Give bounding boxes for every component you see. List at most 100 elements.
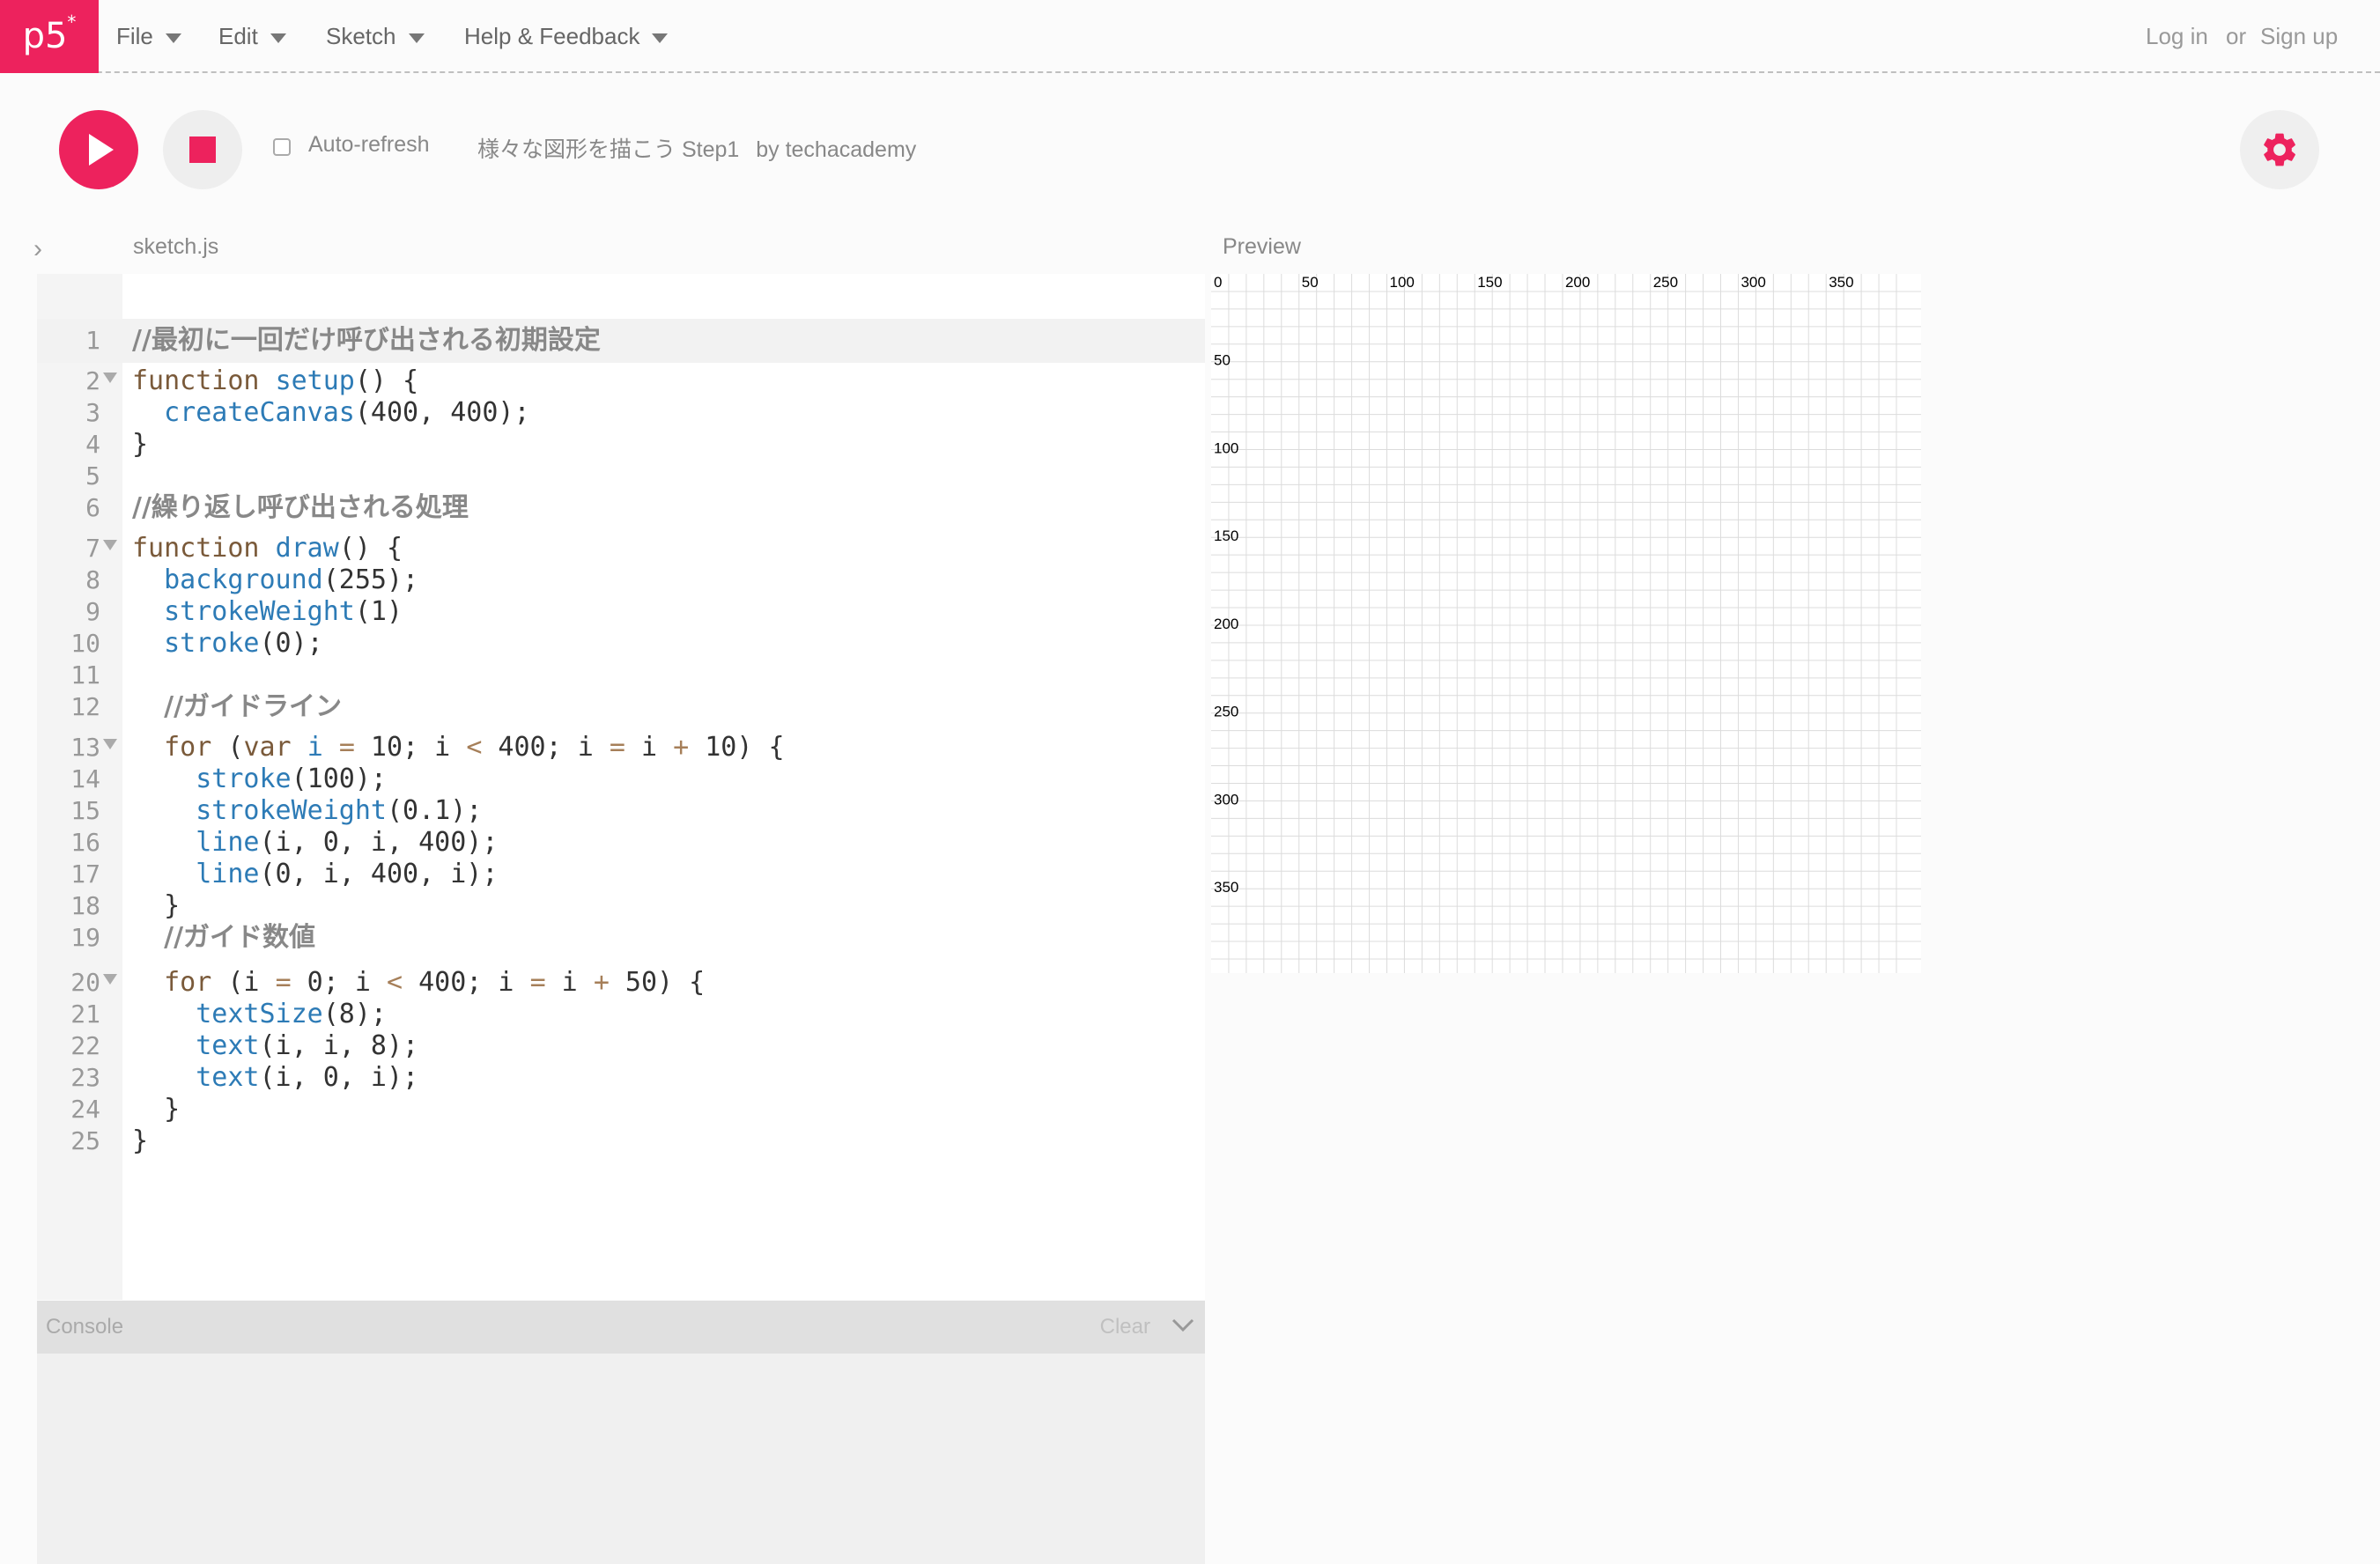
code-text: for (var i = 10; i < 400; i = i + 10) { bbox=[132, 732, 784, 764]
line-number: 7 bbox=[85, 534, 100, 563]
code-token: < bbox=[466, 732, 483, 763]
code-line[interactable]: 10 stroke(0); bbox=[37, 628, 1205, 660]
menu-sketch[interactable]: Sketch bbox=[326, 0, 425, 73]
code-line[interactable]: 4} bbox=[37, 429, 1205, 461]
menu-file[interactable]: File bbox=[116, 0, 181, 73]
code-token: () { bbox=[338, 533, 403, 564]
chevron-down-icon[interactable] bbox=[1172, 1317, 1194, 1334]
code-token: function bbox=[132, 533, 260, 564]
code-text: text(i, 0, i); bbox=[132, 1062, 418, 1094]
fold-arrow-icon[interactable] bbox=[103, 974, 117, 985]
code-line[interactable]: 8 background(255); bbox=[37, 564, 1205, 596]
auto-refresh-label: Auto-refresh bbox=[308, 132, 430, 157]
code-token: = bbox=[529, 967, 546, 998]
play-button[interactable] bbox=[59, 110, 138, 189]
code-line[interactable]: 9 strokeWeight(1) bbox=[37, 596, 1205, 628]
auto-refresh-checkbox[interactable] bbox=[273, 138, 291, 156]
code-token: text bbox=[196, 1062, 260, 1093]
code-line[interactable]: 17 line(0, i, 400, i); bbox=[37, 859, 1205, 890]
code-line[interactable]: 11 bbox=[37, 660, 1205, 691]
code-token: (i bbox=[211, 967, 276, 998]
fold-arrow-icon[interactable] bbox=[103, 540, 117, 550]
code-line[interactable]: 23 text(i, 0, i); bbox=[37, 1062, 1205, 1094]
code-line[interactable]: 22 text(i, i, 8); bbox=[37, 1030, 1205, 1062]
stop-button[interactable] bbox=[163, 110, 242, 189]
x-tick-label: 250 bbox=[1653, 274, 1678, 291]
code-token: background bbox=[164, 564, 323, 595]
code-token: line bbox=[196, 827, 260, 858]
p5-logo[interactable]: p5* bbox=[0, 0, 99, 73]
code-line[interactable]: 20 for (i = 0; i < 400; i = i + 50) { bbox=[37, 967, 1205, 999]
line-number: 2 bbox=[85, 366, 100, 395]
code-text: //繰り返し呼び出される処理 bbox=[132, 492, 469, 524]
login-link[interactable]: Log in bbox=[2146, 0, 2208, 73]
code-line[interactable]: 15 strokeWeight(0.1); bbox=[37, 795, 1205, 827]
code-token: (i, 0, i, 400); bbox=[259, 827, 499, 858]
sketch-title[interactable]: 様々な図形を描こう Step1 by techacademy bbox=[477, 132, 916, 164]
code-token: 10; i bbox=[354, 732, 467, 763]
code-token: //繰り返し呼び出される処理 bbox=[132, 492, 469, 523]
code-text: stroke(0); bbox=[132, 628, 323, 660]
y-tick-label: 100 bbox=[1214, 439, 1238, 456]
code-text: text(i, i, 8); bbox=[132, 1030, 418, 1062]
code-line[interactable]: 6 //繰り返し呼び出される処理 bbox=[37, 492, 1205, 524]
code-token: text bbox=[196, 1030, 260, 1061]
code-line[interactable]: 21 textSize(8); bbox=[37, 999, 1205, 1030]
code-text: function draw() { bbox=[132, 533, 403, 564]
chevron-down-icon bbox=[652, 33, 669, 43]
x-tick-label: 0 bbox=[1214, 274, 1222, 291]
console-clear-button[interactable]: Clear bbox=[1100, 1301, 1150, 1354]
signup-link[interactable]: Sign up bbox=[2260, 0, 2338, 73]
code-line[interactable]: 12 //ガイドライン bbox=[37, 691, 1205, 723]
menu-edit[interactable]: Edit bbox=[218, 0, 286, 73]
code-token: } bbox=[132, 429, 149, 460]
line-number: 16 bbox=[70, 828, 100, 857]
code-line[interactable]: 3 createCanvas(400, 400); bbox=[37, 397, 1205, 429]
y-tick-label: 250 bbox=[1214, 704, 1238, 720]
x-tick-label: 300 bbox=[1741, 274, 1765, 291]
fold-arrow-icon[interactable] bbox=[103, 373, 117, 383]
code-line[interactable]: 7 function draw() { bbox=[37, 533, 1205, 564]
line-number: 14 bbox=[70, 764, 100, 793]
preview-grid: 0 50 100 150 200 250 300 350 50 100 150 200 250 300 35… bbox=[1211, 274, 1921, 973]
code-token: } bbox=[132, 1125, 149, 1156]
file-tab-sketch-js[interactable]: sketch.js bbox=[133, 234, 218, 260]
menu-help-feedback[interactable]: Help & Feedback bbox=[464, 0, 669, 73]
code-line[interactable]: 19 //ガイド数値 bbox=[37, 922, 1205, 954]
line-number: 21 bbox=[70, 1000, 100, 1029]
code-line[interactable]: 2 function setup() { bbox=[37, 365, 1205, 397]
menu-edit-label: Edit bbox=[218, 23, 258, 49]
code-text: //ガイド数値 bbox=[132, 922, 315, 954]
code-line[interactable]: 24 } bbox=[37, 1094, 1205, 1125]
line-number: 13 bbox=[70, 733, 100, 762]
code-token: } bbox=[132, 890, 181, 921]
code-line[interactable]: 18 } bbox=[37, 890, 1205, 922]
code-editor[interactable]: 1//最初に一回だけ呼び出される初期設定 2 function setup() {3… bbox=[37, 274, 1205, 1300]
chevron-down-icon bbox=[165, 33, 181, 43]
code-token: //ガイド数値 bbox=[164, 922, 316, 953]
code-line[interactable]: 1 //最初に一回だけ呼び出される初期設定 bbox=[37, 325, 1205, 357]
line-number: 25 bbox=[70, 1126, 100, 1155]
code-line[interactable]: 25} bbox=[37, 1125, 1205, 1157]
code-line[interactable]: 13 for (var i = 10; i < 400; i = i + 10)… bbox=[37, 732, 1205, 764]
code-token: (0, i, 400, i); bbox=[259, 859, 499, 889]
x-tick-label: 350 bbox=[1829, 274, 1853, 291]
code-line[interactable]: 5 bbox=[37, 461, 1205, 492]
line-number: 18 bbox=[70, 891, 100, 920]
fold-arrow-icon[interactable] bbox=[103, 739, 117, 749]
code-token: (1) bbox=[354, 596, 403, 627]
sidebar-expand-chevron-icon[interactable]: › bbox=[33, 234, 42, 264]
line-number: 20 bbox=[70, 968, 100, 997]
logo-asterisk: * bbox=[67, 11, 77, 33]
code-line[interactable]: 14 stroke(100); bbox=[37, 764, 1205, 795]
settings-button[interactable] bbox=[2240, 110, 2319, 189]
code-line[interactable]: 16 line(i, 0, i, 400); bbox=[37, 827, 1205, 859]
logo-text: p5 bbox=[22, 16, 68, 56]
